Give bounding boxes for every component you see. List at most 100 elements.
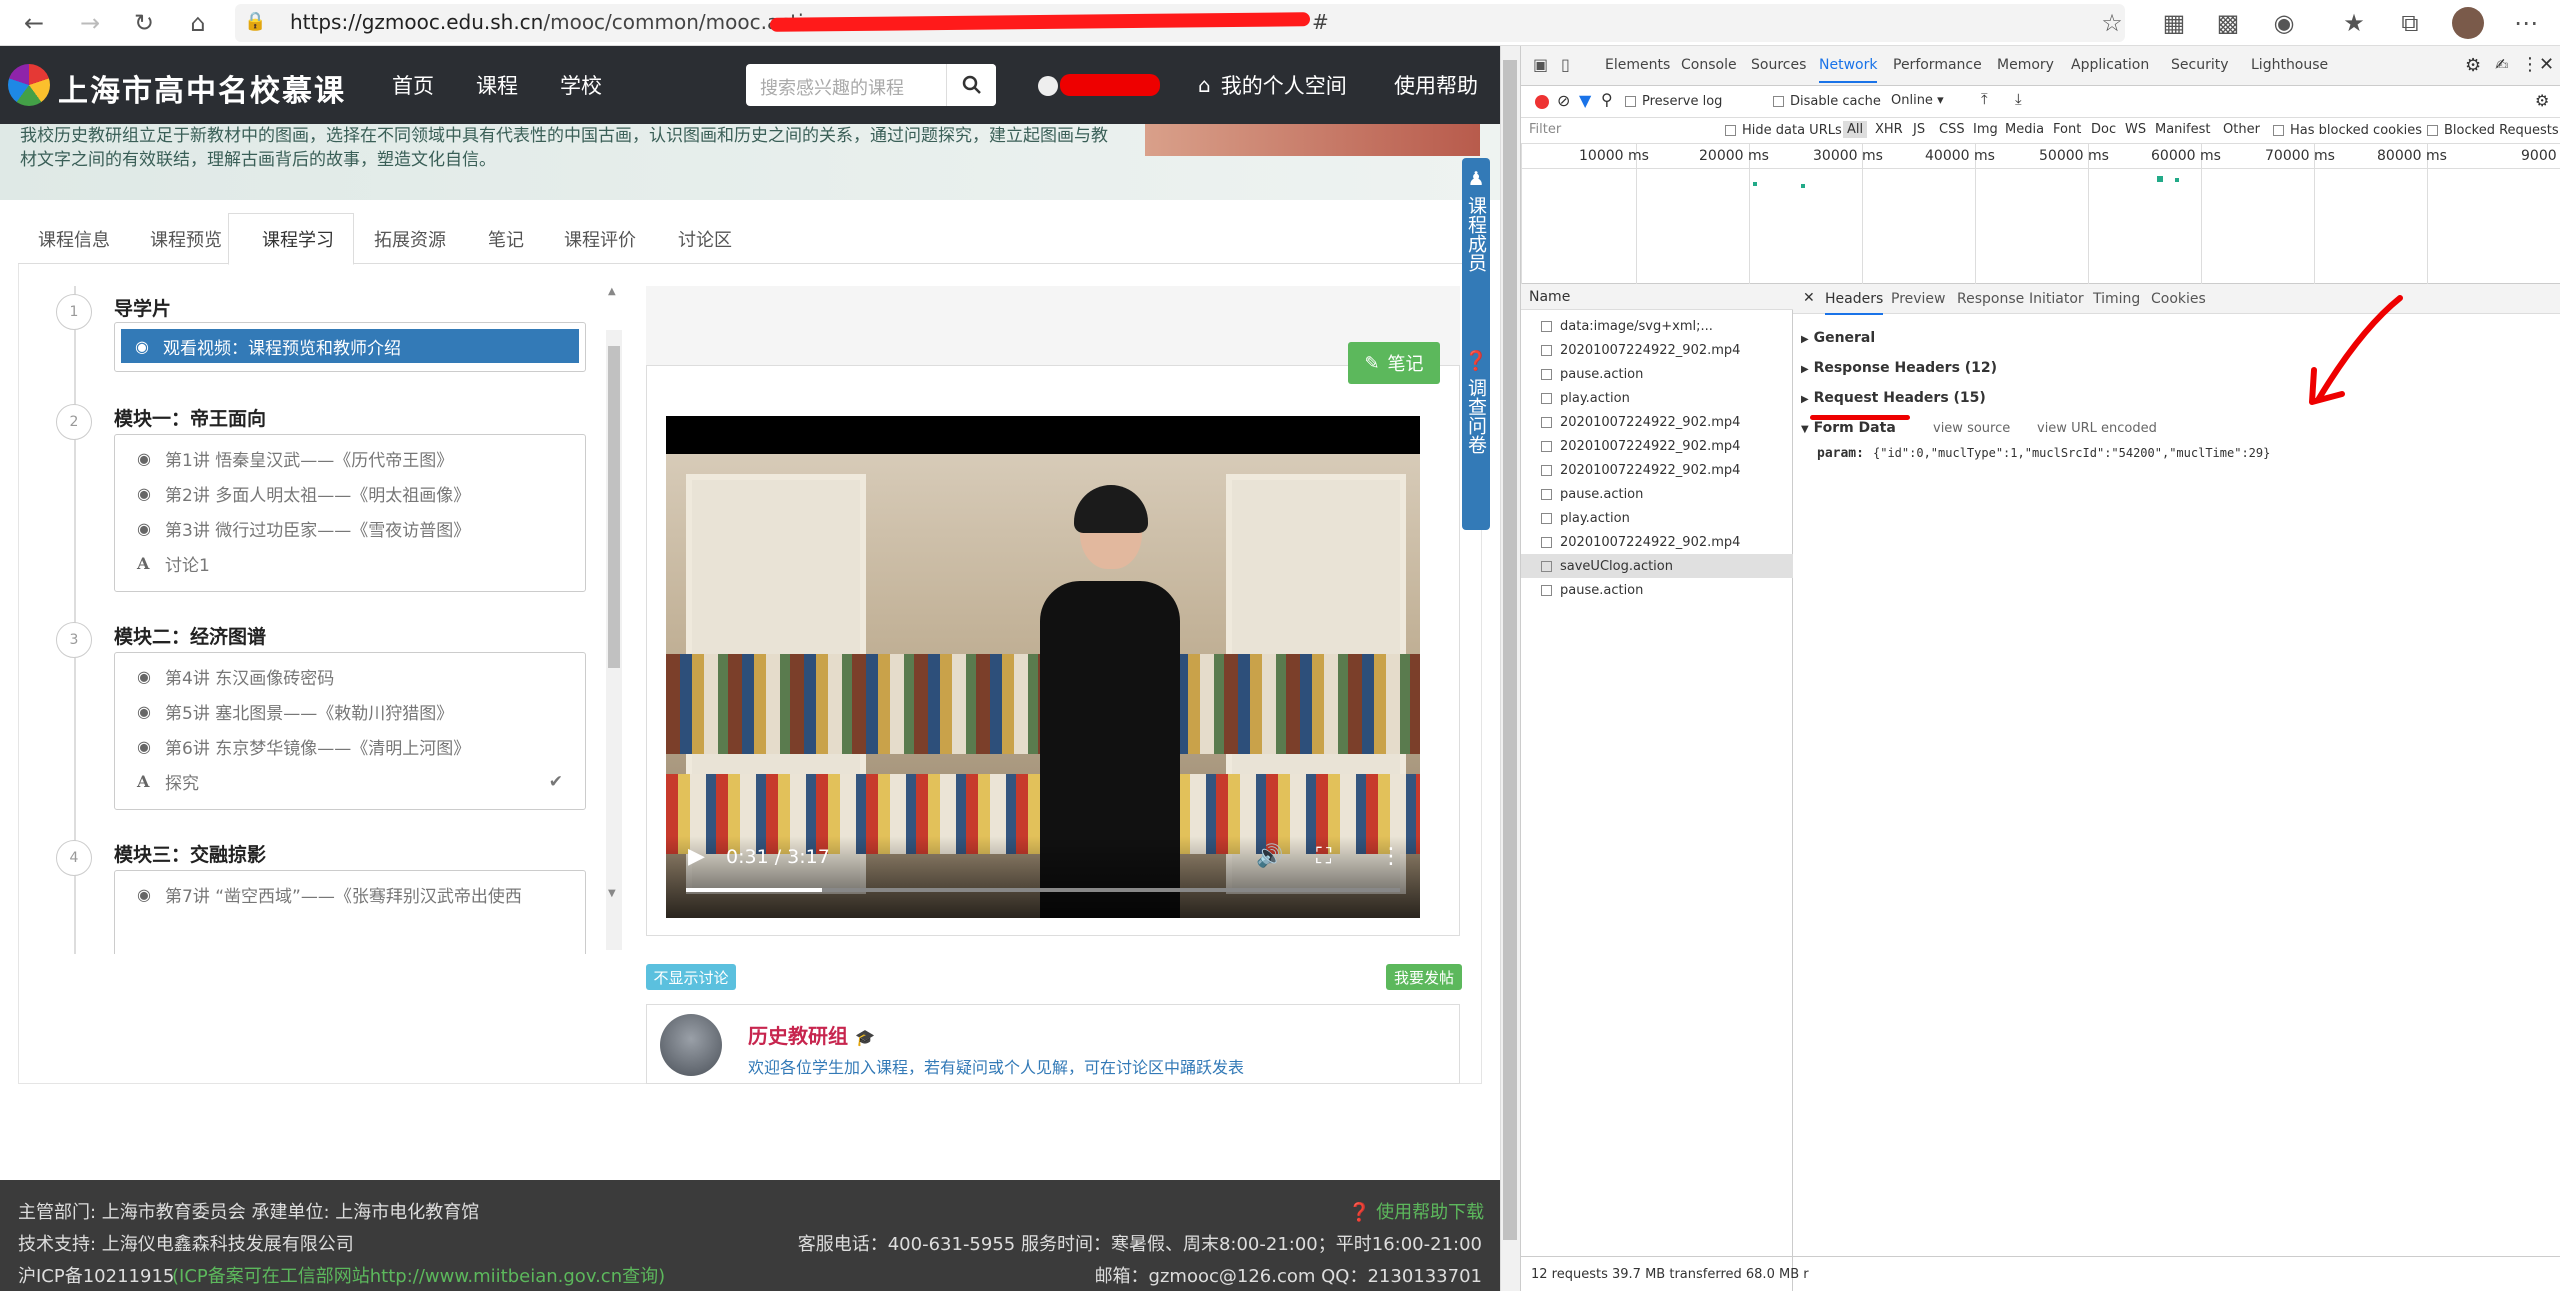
request-row[interactable]: pause.action: [1521, 362, 1793, 386]
request-row[interactable]: data:image/svg+xml;...: [1521, 314, 1793, 338]
more-options-icon[interactable]: ⋮: [1380, 844, 1402, 869]
filter-type-xhr[interactable]: XHR: [1875, 122, 1903, 137]
request-row[interactable]: 20201007224922_902.mp4: [1521, 434, 1793, 458]
filter-type-manifest[interactable]: Manifest: [2155, 122, 2210, 137]
throttle-select[interactable]: Online ▾: [1891, 93, 1944, 108]
dt-tab-memory[interactable]: Memory: [1997, 57, 2054, 73]
request-row[interactable]: pause.action: [1521, 578, 1793, 602]
search-icon[interactable]: ⚲: [1601, 90, 1613, 109]
note-button[interactable]: ✎ 笔记: [1348, 342, 1440, 384]
blocked-cookies-checkbox[interactable]: Has blocked cookies: [2273, 123, 2422, 138]
author-avatar[interactable]: [660, 1014, 722, 1076]
help-download-link[interactable]: ❓ 使用帮助下载: [1348, 1198, 1484, 1224]
settings-icon[interactable]: ⚙: [2465, 55, 2481, 76]
course-members-float[interactable]: ♟ 课程成员: [1462, 158, 1490, 356]
blocked-requests-checkbox[interactable]: Blocked Requests: [2427, 123, 2559, 138]
scroll-up-icon[interactable]: ▲: [608, 286, 616, 297]
dt-tab-sources[interactable]: Sources: [1751, 57, 1806, 73]
outline-scroll-thumb[interactable]: [608, 346, 620, 668]
hide-discussion-button[interactable]: 不显示讨论: [646, 964, 736, 990]
play-icon[interactable]: ▶: [688, 844, 705, 869]
tab-notes[interactable]: 笔记: [488, 226, 524, 252]
dt-tab-console[interactable]: Console: [1681, 57, 1737, 73]
detail-tab-cookies[interactable]: Cookies: [2151, 291, 2206, 307]
lesson-item-active[interactable]: ◉ 观看视频：课程预览和教师介绍: [121, 329, 579, 363]
tab-discussion[interactable]: 讨论区: [678, 226, 732, 252]
site-logo-text[interactable]: 上海市高中名校慕课: [58, 66, 346, 110]
lesson-item[interactable]: ◉ 第1讲 悟秦皇汉武——《历代帝王图》: [115, 441, 585, 476]
scroll-down-icon[interactable]: ▼: [608, 888, 616, 899]
discussion-item[interactable]: A 讨论1: [115, 546, 585, 581]
lesson-item[interactable]: ◉ 第5讲 塞北图景——《敕勒川狩猎图》: [115, 694, 585, 729]
request-row[interactable]: 20201007224922_902.mp4: [1521, 410, 1793, 434]
tab-course-info[interactable]: 课程信息: [38, 226, 110, 252]
close-detail-icon[interactable]: ✕: [1803, 290, 1815, 306]
filter-type-doc[interactable]: Doc: [2091, 122, 2116, 137]
dt-tab-lighthouse[interactable]: Lighthouse: [2251, 57, 2328, 73]
detail-tab-timing[interactable]: Timing: [2093, 291, 2140, 307]
dt-tab-application[interactable]: Application: [2071, 57, 2149, 73]
lesson-item[interactable]: ◉ 第2讲 多面人明太祖——《明太祖画像》: [115, 476, 585, 511]
export-icon[interactable]: ⤓: [2015, 90, 2022, 108]
lesson-item[interactable]: ◉ 第4讲 东汉画像砖密码: [115, 659, 585, 694]
help-link[interactable]: 使用帮助: [1394, 70, 1478, 100]
search-button[interactable]: [946, 64, 996, 106]
detail-tab-headers[interactable]: Headers: [1825, 291, 1884, 315]
favorites-icon[interactable]: ★: [2336, 5, 2372, 41]
lesson-item[interactable]: ◉ 第6讲 东京梦华镜像——《清明上河图》: [115, 729, 585, 764]
nav-courses[interactable]: 课程: [476, 70, 518, 100]
request-row[interactable]: play.action: [1521, 506, 1793, 530]
name-column-header[interactable]: Name: [1521, 284, 1793, 310]
device-toolbar-icon[interactable]: ▯: [1561, 55, 1570, 74]
reload-icon[interactable]: ↻: [126, 5, 162, 41]
filter-type-img[interactable]: Img: [1973, 122, 1998, 137]
filter-type-all[interactable]: All: [1843, 121, 1868, 138]
disable-cache-checkbox[interactable]: Disable cache: [1773, 94, 1881, 109]
view-source-link[interactable]: view source: [1933, 421, 2010, 436]
request-row[interactable]: 20201007224922_902.mp4: [1521, 530, 1793, 554]
lesson-item[interactable]: ◉ 第3讲 微行过功臣家——《雪夜访普图》: [115, 511, 585, 546]
icp-link[interactable]: (ICP备案可在工信部网站http://www.miitbeian.gov.cn…: [172, 1262, 665, 1288]
network-settings-icon[interactable]: ⚙: [2535, 91, 2549, 110]
discussion-item[interactable]: A 探究 ✔: [115, 764, 585, 799]
filter-icon[interactable]: ▼: [1579, 91, 1591, 110]
filter-type-media[interactable]: Media: [2005, 122, 2044, 137]
response-headers-section[interactable]: ▶ Response Headers (12): [1801, 360, 1997, 376]
network-timeline[interactable]: 10000 ms 20000 ms 30000 ms 40000 ms 5000…: [1521, 144, 2560, 284]
request-row[interactable]: pause.action: [1521, 482, 1793, 506]
detail-tab-initiator[interactable]: Initiator: [2029, 291, 2084, 307]
fullscreen-icon[interactable]: ⛶: [1316, 844, 1331, 869]
preserve-log-checkbox[interactable]: Preserve log: [1625, 94, 1722, 109]
post-button[interactable]: 我要发帖: [1386, 964, 1462, 990]
star-icon[interactable]: ☆: [2094, 5, 2130, 41]
record-icon[interactable]: [1535, 95, 1549, 109]
site-logo-icon[interactable]: [8, 64, 50, 106]
form-data-section[interactable]: ▼ Form Data: [1801, 420, 1896, 436]
dt-tab-security[interactable]: Security: [2171, 57, 2229, 73]
request-row[interactable]: 20201007224922_902.mp4: [1521, 458, 1793, 482]
extension-icon[interactable]: ▦: [2156, 5, 2192, 41]
tab-course-study[interactable]: 课程学习: [262, 226, 334, 252]
back-icon[interactable]: ←: [16, 5, 52, 41]
user-avatar[interactable]: [1038, 76, 1058, 96]
home-icon[interactable]: ⌂: [180, 5, 216, 41]
filter-type-js[interactable]: JS: [1913, 122, 1925, 137]
extension-icon-3[interactable]: ◉: [2266, 5, 2302, 41]
profile-avatar[interactable]: [2452, 7, 2484, 39]
page-vscroll-thumb[interactable]: [1503, 60, 1517, 1240]
detail-tab-preview[interactable]: Preview: [1891, 291, 1946, 307]
author-name[interactable]: 历史教研组 🎓: [748, 1020, 875, 1049]
view-url-encoded-link[interactable]: view URL encoded: [2037, 421, 2157, 436]
filter-type-font[interactable]: Font: [2053, 122, 2081, 137]
request-row-selected[interactable]: saveUClog.action: [1521, 554, 1793, 578]
extension-icon-2[interactable]: ▩: [2210, 5, 2246, 41]
tab-resources[interactable]: 拓展资源: [374, 226, 446, 252]
nav-home[interactable]: 首页: [392, 70, 434, 100]
url-text[interactable]: https://gzmooc.edu.sh.cn/mooc/common/moo…: [290, 10, 829, 34]
dt-tab-performance[interactable]: Performance: [1893, 57, 1982, 73]
lock-icon[interactable]: 🔒: [244, 11, 266, 32]
request-headers-section[interactable]: ▶ Request Headers (15): [1801, 390, 1986, 406]
volume-icon[interactable]: 🔊: [1256, 844, 1283, 869]
filter-type-other[interactable]: Other: [2223, 122, 2260, 137]
forward-icon[interactable]: →: [72, 5, 108, 41]
